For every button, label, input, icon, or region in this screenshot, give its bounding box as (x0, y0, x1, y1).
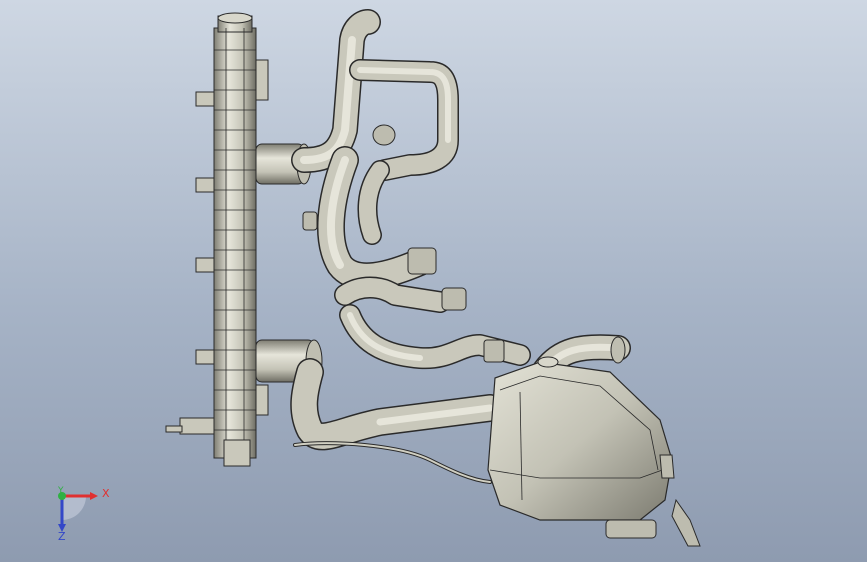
coordinate-triad (58, 492, 98, 532)
cooling-system-model[interactable] (0, 0, 867, 562)
axis-label-x: X (102, 487, 110, 500)
upper-hose-network[interactable] (291, 9, 531, 370)
axis-label-y: Y (58, 486, 64, 496)
radiator-column[interactable] (165, 12, 269, 467)
3d-viewport[interactable]: X Y Z (0, 0, 867, 562)
axis-label-z: Z (58, 530, 66, 543)
lower-hose[interactable] (290, 358, 504, 484)
expansion-tank[interactable] (487, 356, 701, 547)
